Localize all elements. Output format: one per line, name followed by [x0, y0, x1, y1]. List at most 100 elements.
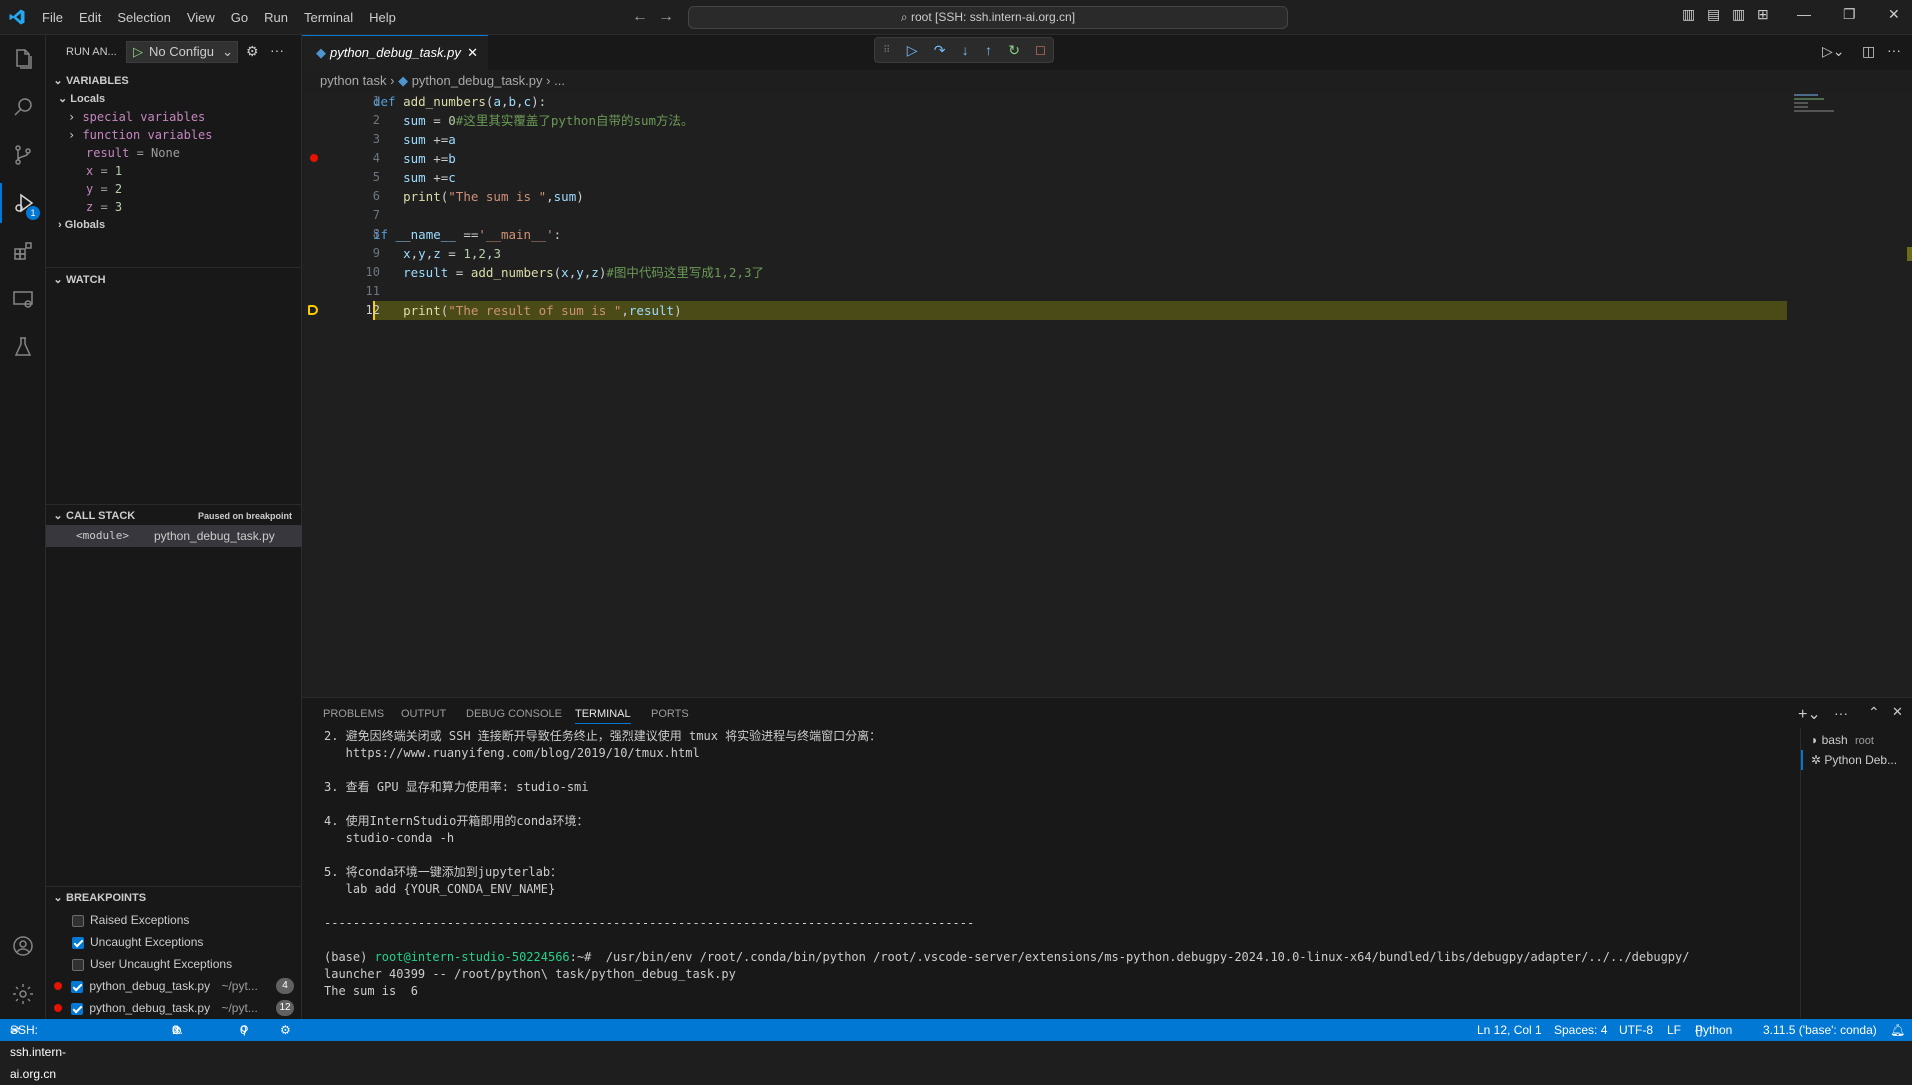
search-view-icon[interactable] [0, 87, 46, 127]
globals-scope[interactable]: › Globals [46, 214, 302, 236]
manage-gear-icon[interactable] [0, 974, 46, 1014]
forward-arrow-icon[interactable]: → [658, 8, 674, 26]
breakpoint-line-12[interactable]: python_debug_task.py ~/pyt... 12 [46, 997, 302, 1019]
breakpoint-label: Raised Exceptions [90, 913, 190, 927]
restore-icon[interactable]: ❐ [1843, 6, 1856, 23]
frame-file: python_debug_task.py [154, 529, 275, 543]
maximize-panel-icon[interactable]: ⌃ [1868, 704, 1880, 721]
line-number: 5 [372, 170, 380, 184]
checkbox[interactable] [71, 980, 84, 993]
notifications-bell-icon[interactable]: 🔔︎ [1890, 1019, 1905, 1041]
toggle-panel-icon[interactable]: ▤ [1707, 6, 1720, 23]
indentation[interactable]: Spaces: 4 [1554, 1019, 1607, 1041]
explorer-icon[interactable] [0, 39, 46, 79]
line-number: 3 [372, 132, 380, 146]
launch-config-select[interactable]: ▷ No Configu ⌄ [126, 41, 238, 63]
python-interpreter[interactable]: 3.11.5 ('base': conda) [1763, 1019, 1877, 1041]
tab-debug-console[interactable]: DEBUG CONSOLE [466, 708, 562, 720]
drag-handle-icon[interactable]: ⠿ [883, 45, 890, 56]
breakpoint-line-4[interactable]: python_debug_task.py ~/pyt... 4 [46, 975, 302, 997]
breadcrumb-file[interactable]: python_debug_task.py [412, 73, 543, 88]
step-over-icon[interactable]: ↷ [934, 42, 946, 59]
terminal-prompt-line: (base) root@intern-studio-50224566:~# /u… [324, 949, 1764, 966]
tab-python-debug-task[interactable]: ◆ python_debug_task.py ✕ [302, 35, 488, 70]
terminal-list-item-python-debug[interactable]: ✲ Python Deb... [1801, 750, 1912, 770]
remote-explorer-icon[interactable] [0, 279, 46, 319]
prompt-command: /usr/bin/env /root/.conda/bin/python /ro… [598, 950, 1690, 964]
close-window-icon[interactable]: ✕ [1888, 6, 1900, 23]
close-tab-icon[interactable]: ✕ [467, 36, 478, 69]
split-editor-icon[interactable]: ◫ [1862, 43, 1875, 60]
start-debugging-icon[interactable]: ▷ [133, 44, 143, 59]
minimize-icon[interactable]: — [1797, 6, 1811, 22]
menu-help[interactable]: Help [361, 10, 404, 25]
more-actions-icon[interactable]: ··· [270, 42, 284, 58]
checkbox[interactable] [72, 936, 84, 949]
step-out-icon[interactable]: ↑ [985, 42, 992, 58]
toggle-secondary-sidebar-icon[interactable]: ▥ [1732, 6, 1745, 23]
debug-run-icon[interactable]: ⚙ [280, 1019, 291, 1041]
toggle-sidebar-icon[interactable]: ▥ [1682, 6, 1695, 23]
breakpoint-uncaught-exceptions[interactable]: Uncaught Exceptions [46, 931, 302, 953]
special-variables-label: special variables [82, 110, 206, 124]
breadcrumb-folder[interactable]: python task [320, 73, 387, 88]
terminal-line: https://www.ruanyifeng.com/blog/2019/10/… [324, 746, 700, 760]
close-panel-icon[interactable]: ✕ [1892, 704, 1903, 720]
checkbox[interactable] [71, 1002, 84, 1015]
menu-terminal[interactable]: Terminal [296, 10, 361, 25]
encoding[interactable]: UTF-8 [1619, 1019, 1653, 1041]
variable-value: 3 [114, 200, 123, 214]
open-launch-json-gear-icon[interactable]: ⚙ [246, 43, 259, 60]
back-arrow-icon[interactable]: ← [632, 8, 648, 26]
end-of-line[interactable]: LF [1667, 1019, 1681, 1041]
editor-more-actions-icon[interactable]: ··· [1887, 42, 1901, 58]
breakpoint-user-uncaught-exceptions[interactable]: User Uncaught Exceptions [46, 953, 302, 975]
watch-title: WATCH [66, 274, 106, 286]
variables-title: VARIABLES [66, 75, 129, 87]
breakpoints-section-header[interactable]: ⌄ BREAKPOINTS [46, 887, 302, 909]
extensions-icon[interactable] [0, 231, 46, 271]
tab-ports[interactable]: PORTS [651, 708, 689, 720]
call-stack-section-header[interactable]: ⌄ CALL STACK Paused on breakpoint [46, 505, 302, 527]
menu-view[interactable]: View [179, 10, 223, 25]
chevron-down-icon: ⌄ [222, 44, 233, 59]
command-center-search[interactable]: ⌕ root [SSH: ssh.intern-ai.org.cn] [688, 6, 1288, 29]
menu-run[interactable]: Run [256, 10, 296, 25]
bottom-panel: PROBLEMS OUTPUT DEBUG CONSOLE TERMINAL P… [302, 697, 1912, 1019]
minimap[interactable] [1794, 92, 1854, 122]
watch-section-header[interactable]: ⌄ WATCH [46, 269, 302, 291]
code-editor[interactable]: 1 2 3 4 5 6 7 8 9 10 11 12 def add_numbe… [302, 92, 1912, 697]
continue-icon[interactable]: ▷ [907, 42, 918, 59]
step-into-icon[interactable]: ↓ [962, 42, 969, 58]
debug-badge: 1 [26, 206, 40, 220]
cursor-position[interactable]: Ln 12, Col 1 [1477, 1019, 1542, 1041]
call-stack-frame[interactable]: <module> python_debug_task.py [46, 525, 302, 547]
run-and-debug-icon[interactable]: 1 [0, 183, 46, 223]
customize-layout-icon[interactable]: ⊞ [1757, 6, 1769, 23]
accounts-icon[interactable] [0, 926, 46, 966]
testing-icon[interactable] [0, 327, 46, 367]
checkbox[interactable] [72, 958, 84, 971]
terminal-line: studio-conda -h [324, 831, 455, 845]
tab-problems[interactable]: PROBLEMS [323, 708, 384, 720]
checkbox[interactable] [72, 914, 84, 927]
code-line-6: print("The sum is ",sum) [403, 189, 584, 204]
panel-more-actions-icon[interactable]: ··· [1834, 705, 1848, 721]
tab-terminal[interactable]: TERMINAL [575, 708, 631, 724]
terminal-line: ----------------------------------------… [324, 916, 975, 930]
terminal-output[interactable]: 2. 避免因终端关闭或 SSH 连接断开导致任务终止，强烈建议使用 tmux 将… [302, 728, 1782, 1018]
tab-output[interactable]: OUTPUT [401, 708, 446, 720]
menu-edit[interactable]: Edit [71, 10, 109, 25]
menu-selection[interactable]: Selection [109, 10, 178, 25]
menu-go[interactable]: Go [223, 10, 256, 25]
terminal-list-item-bash[interactable]: ◗ bash root [1811, 730, 1912, 750]
new-terminal-plus-icon[interactable]: +⌄ [1798, 704, 1821, 724]
breakpoint-raised-exceptions[interactable]: Raised Exceptions [46, 909, 302, 931]
restart-icon[interactable]: ↻ [1008, 42, 1020, 59]
source-control-icon[interactable] [0, 135, 46, 175]
stop-icon[interactable]: □ [1036, 42, 1044, 58]
breadcrumb-symbol[interactable]: ... [554, 73, 565, 88]
menu-file[interactable]: File [34, 10, 71, 25]
run-debug-split-icon[interactable]: ▷⌄ [1822, 43, 1845, 60]
tab-label: python_debug_task.py [330, 45, 461, 60]
